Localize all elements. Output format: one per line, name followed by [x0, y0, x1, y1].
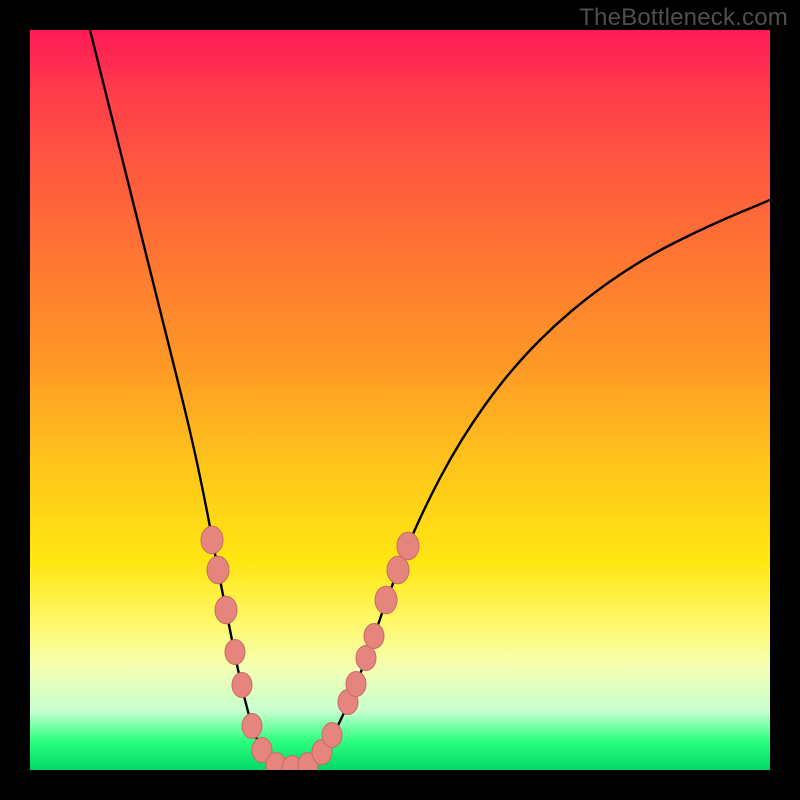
- data-marker: [364, 624, 384, 649]
- data-marker: [242, 714, 262, 739]
- data-marker: [225, 640, 245, 665]
- data-marker: [346, 672, 366, 697]
- bottleneck-curve: [90, 30, 770, 768]
- data-marker: [207, 556, 229, 584]
- watermark-text: TheBottleneck.com: [579, 4, 788, 32]
- data-marker: [232, 673, 252, 698]
- data-marker: [397, 532, 419, 560]
- chart-frame: TheBottleneck.com: [0, 0, 800, 800]
- data-marker: [375, 586, 397, 614]
- data-marker: [201, 526, 223, 554]
- plot-area: [30, 30, 770, 770]
- curve-layer: [30, 30, 770, 770]
- data-marker: [356, 646, 376, 671]
- data-marker: [215, 596, 237, 624]
- data-marker: [322, 723, 342, 748]
- data-marker: [387, 556, 409, 584]
- marker-group: [201, 526, 419, 770]
